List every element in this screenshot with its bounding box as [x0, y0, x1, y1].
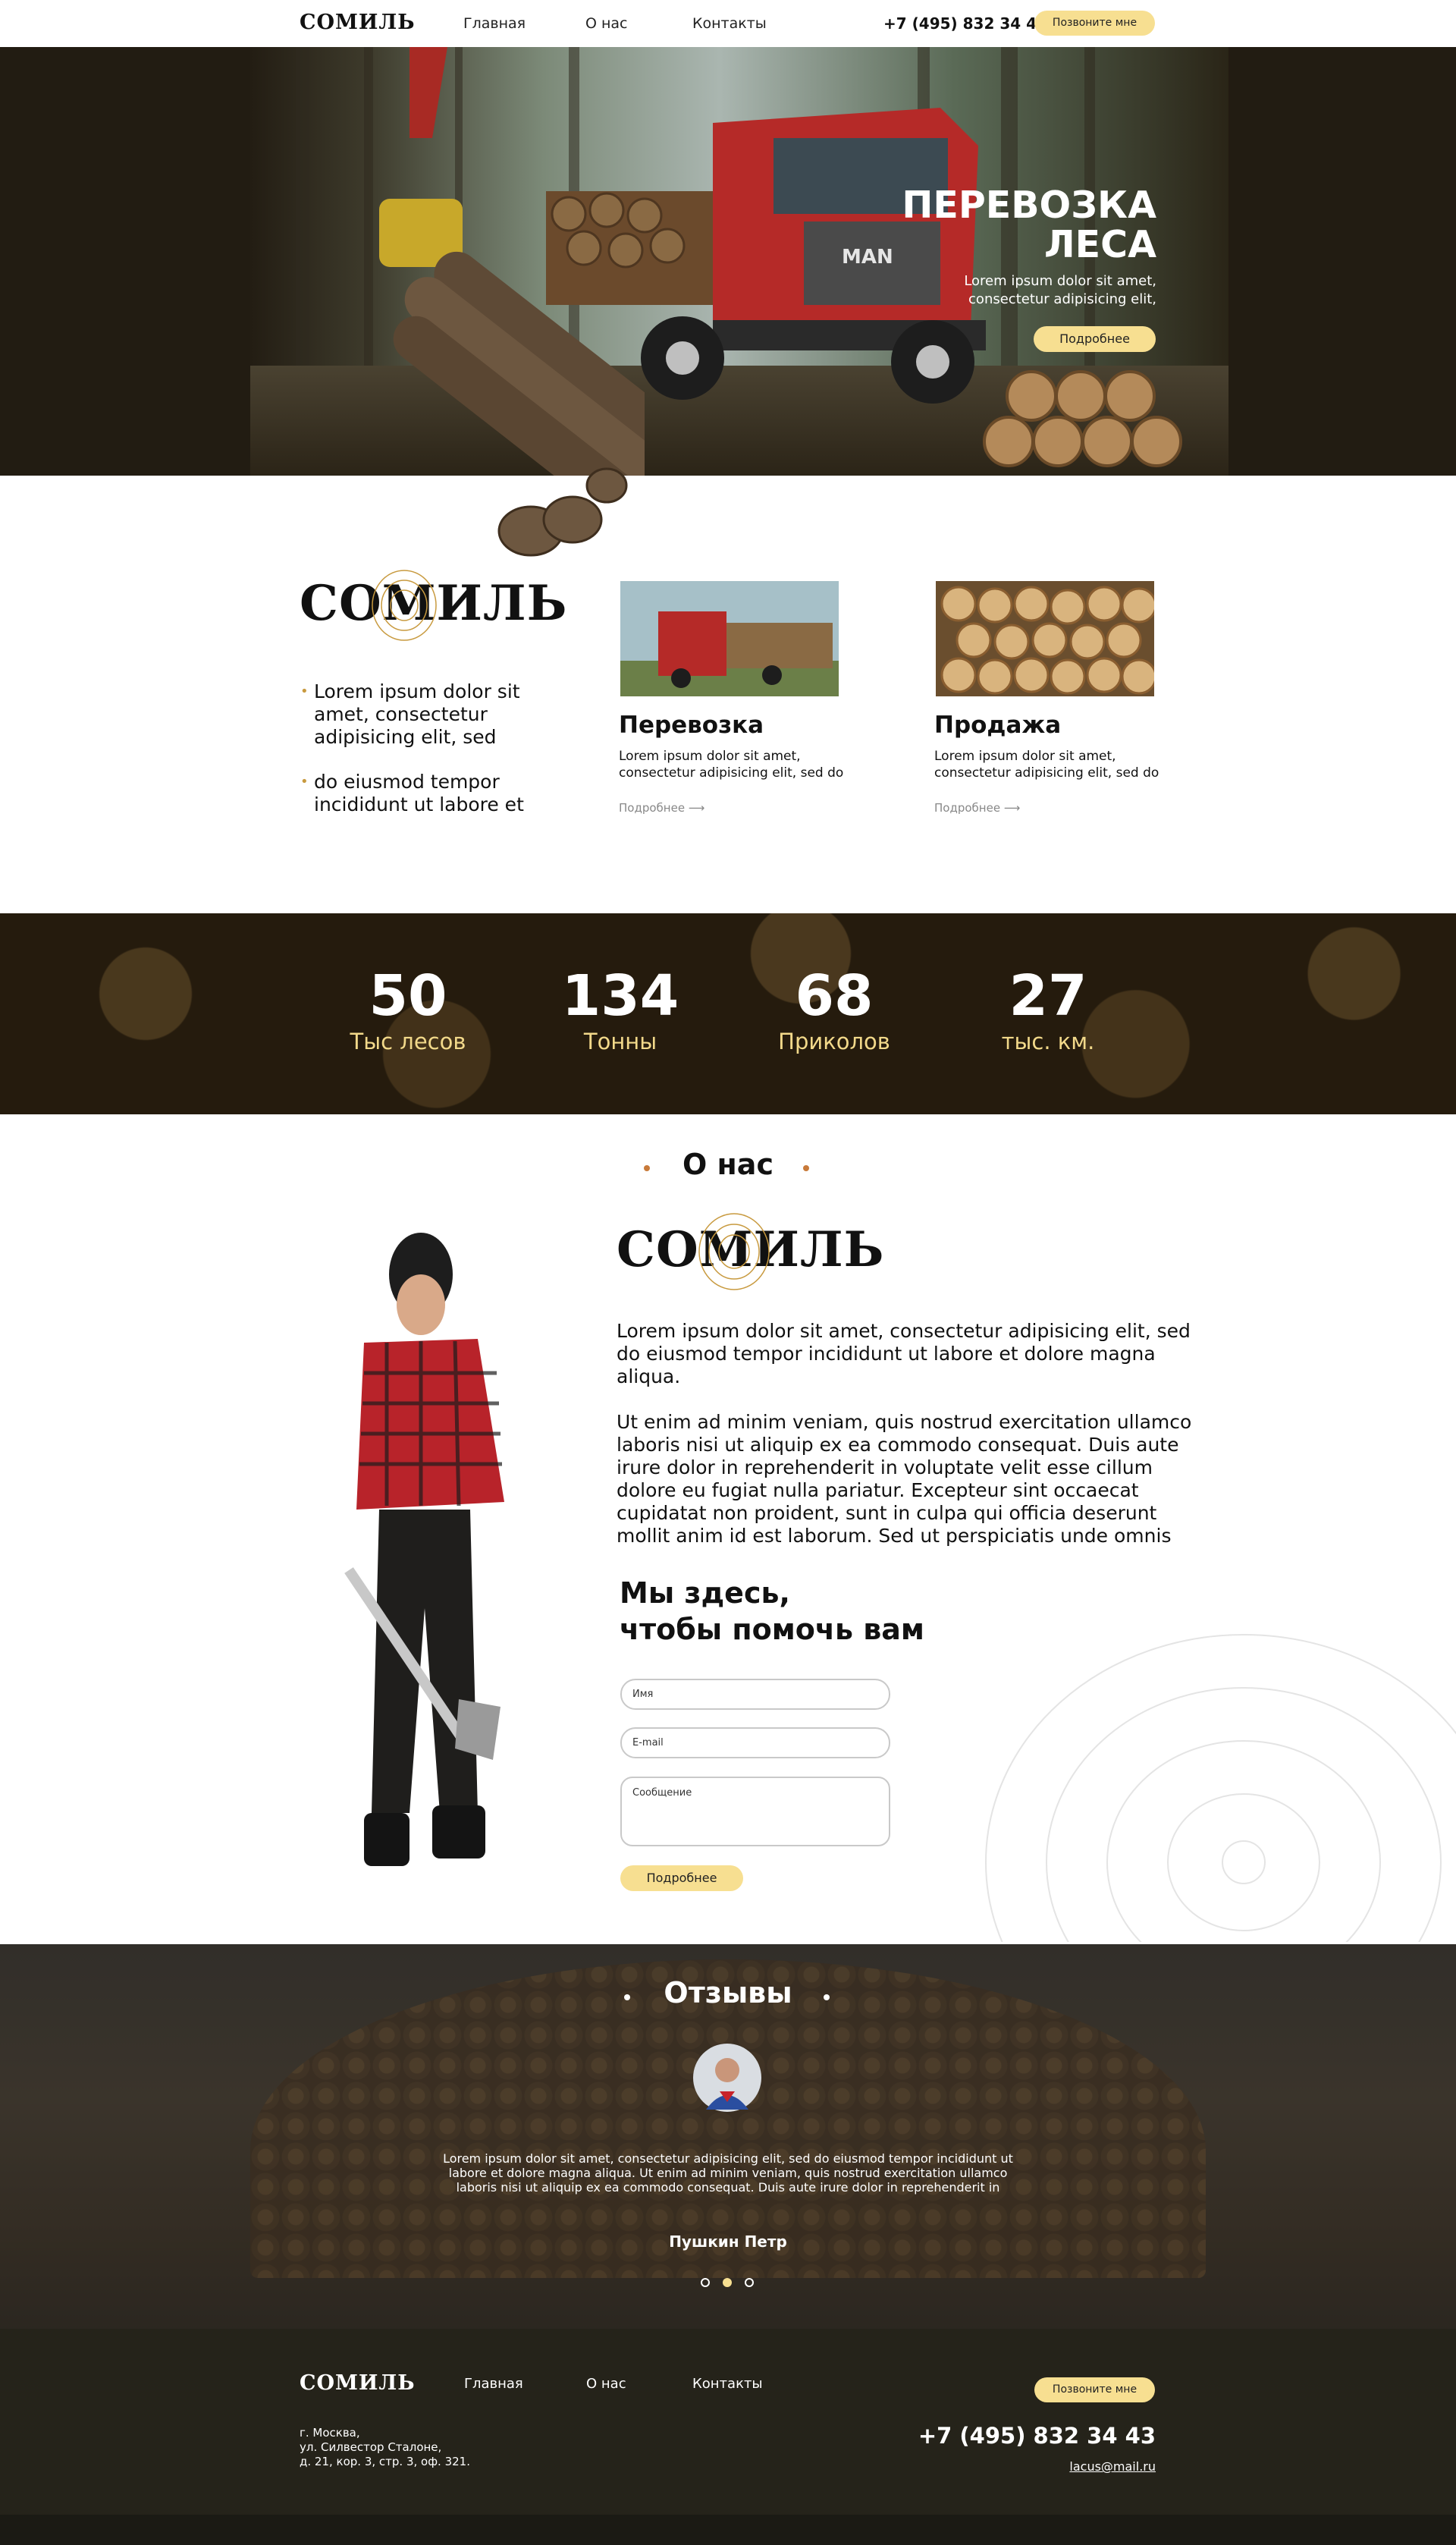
- lumberjack-illustration: [344, 1233, 504, 1866]
- reviews-title-dot-left: [624, 1994, 630, 2000]
- footer-link-home[interactable]: Главная: [464, 2376, 523, 2392]
- review-text: Lorem ipsum dolor sit amet, consectetur …: [443, 2151, 1013, 2195]
- nav-phone[interactable]: +7 (495) 832 34 43: [883, 14, 1047, 33]
- footer-address: г. Москва, ул. Силвестор Сталоне, д. 21, к…: [300, 2426, 470, 2468]
- top-nav: СОМИЛЬ Главная О нас Контакты +7 (495) 8…: [0, 0, 1456, 47]
- nav-logo[interactable]: СОМИЛЬ: [300, 11, 416, 34]
- about-title-dot-right: [803, 1165, 809, 1171]
- hero-title-line-1: ПЕРЕВОЗКА: [902, 184, 1156, 227]
- footer: СОМИЛЬ Главная О нас Контакты Позвоните …: [0, 2329, 1456, 2545]
- about-title-dot-left: [644, 1165, 650, 1171]
- services-bullet-1: Lorem ipsum dolor sitamet, consecteturad…: [300, 680, 520, 749]
- form-title-line-1: Мы здесь,: [620, 1576, 790, 1610]
- reviewer-avatar: [693, 2044, 761, 2112]
- footer-logo[interactable]: СОМИЛЬ: [300, 2371, 416, 2395]
- stat-value-tons: 134: [561, 963, 679, 1029]
- transport-card-more-link[interactable]: Подробнее ⟶: [619, 801, 704, 815]
- stat-value-km: 27: [1009, 963, 1087, 1029]
- sale-card-more-link[interactable]: Подробнее ⟶: [934, 801, 1020, 815]
- sale-card-text-1: Lorem ipsum dolor sit amet,: [934, 749, 1116, 764]
- nav-link-about[interactable]: О нас: [585, 15, 628, 32]
- hero-subtitle-line-2: consectetur adipisicing elit,: [968, 291, 1156, 307]
- about-paragraph-2: Ut enim ad minim veniam, quis nostrud ex…: [617, 1411, 1192, 1547]
- reviews-title: Отзывы: [664, 1976, 792, 2009]
- footer-phone[interactable]: +7 (495) 832 34 43: [910, 2423, 1156, 2449]
- reviews-title-dot-right: [824, 1994, 830, 2000]
- sale-card-text-2: consectetur adipisicing elit, sed do: [934, 765, 1159, 781]
- transport-card-text-2: consectetur adipisicing elit, sed do: [619, 765, 844, 781]
- about-tree-rings-icon: [698, 1213, 770, 1290]
- hero-more-button[interactable]: Подробнее: [1034, 326, 1156, 352]
- hero-title-line-2: ЛЕСА: [1043, 223, 1156, 266]
- stat-label-jokes: Приколов: [778, 1029, 890, 1054]
- crane-logs-illustration: [379, 47, 645, 476]
- about-title: О нас: [682, 1148, 774, 1181]
- nav-link-home[interactable]: Главная: [463, 15, 526, 32]
- form-submit-button[interactable]: Подробнее: [620, 1865, 743, 1891]
- name-field[interactable]: Имя: [620, 1679, 890, 1710]
- transport-card-image[interactable]: [620, 581, 839, 696]
- message-field[interactable]: Сообщение: [620, 1777, 890, 1846]
- transport-card-title[interactable]: Перевозка: [619, 712, 764, 739]
- background-tree-rings: [985, 1634, 1456, 1942]
- hero-subtitle-line-1: Lorem ipsum dolor sit amet,: [964, 273, 1156, 289]
- slider-dot-2-active[interactable]: [723, 2278, 732, 2287]
- about-paragraph-1: Lorem ipsum dolor sit amet, consectetur …: [617, 1320, 1191, 1387]
- form-title-line-2: чтобы помочь вам: [620, 1613, 924, 1646]
- stat-value-forests: 50: [369, 963, 447, 1029]
- slider-dot-1[interactable]: [701, 2278, 710, 2287]
- review-author: Пушкин Петр: [669, 2232, 787, 2251]
- footer-link-about[interactable]: О нас: [586, 2376, 626, 2392]
- services-bullet-2: do eiusmod temporincididunt ut labore et: [300, 771, 524, 816]
- stat-label-tons: Тонны: [583, 1029, 657, 1054]
- stats-section: 50 Тыс лесов 134 Тонны 68 Приколов 27 ты…: [0, 913, 1456, 1114]
- footer-link-contacts[interactable]: Контакты: [692, 2376, 763, 2392]
- email-field[interactable]: E-mail: [620, 1727, 890, 1758]
- reviews-section: Отзывы Lorem ipsum dolor sit amet, conse…: [0, 1944, 1456, 2329]
- stat-label-forests: Тыс лесов: [350, 1029, 466, 1054]
- transport-card-text-1: Lorem ipsum dolor sit amet,: [619, 749, 801, 764]
- nav-link-contacts[interactable]: Контакты: [692, 15, 767, 32]
- footer-bottom-bar: [0, 2515, 1456, 2545]
- log-pile-illustration: [983, 370, 1182, 467]
- footer-email[interactable]: lacus@mail.ru: [910, 2459, 1156, 2474]
- tree-rings-icon: [372, 570, 437, 641]
- stat-label-km: тыс. км.: [1001, 1029, 1095, 1054]
- footer-call-button[interactable]: Позвоните мне: [1034, 2377, 1155, 2402]
- hero-banner: MAN ПЕРЕВОЗКА ЛЕСА Lorem ipsum dolor sit…: [0, 47, 1456, 476]
- slider-dot-3[interactable]: [745, 2278, 754, 2287]
- logs-overflow-illustration: [497, 467, 628, 557]
- nav-call-button[interactable]: Позвоните мне: [1034, 11, 1155, 36]
- stat-value-jokes: 68: [795, 963, 874, 1029]
- sale-card-title[interactable]: Продажа: [934, 712, 1061, 739]
- sale-card-image[interactable]: [936, 581, 1154, 696]
